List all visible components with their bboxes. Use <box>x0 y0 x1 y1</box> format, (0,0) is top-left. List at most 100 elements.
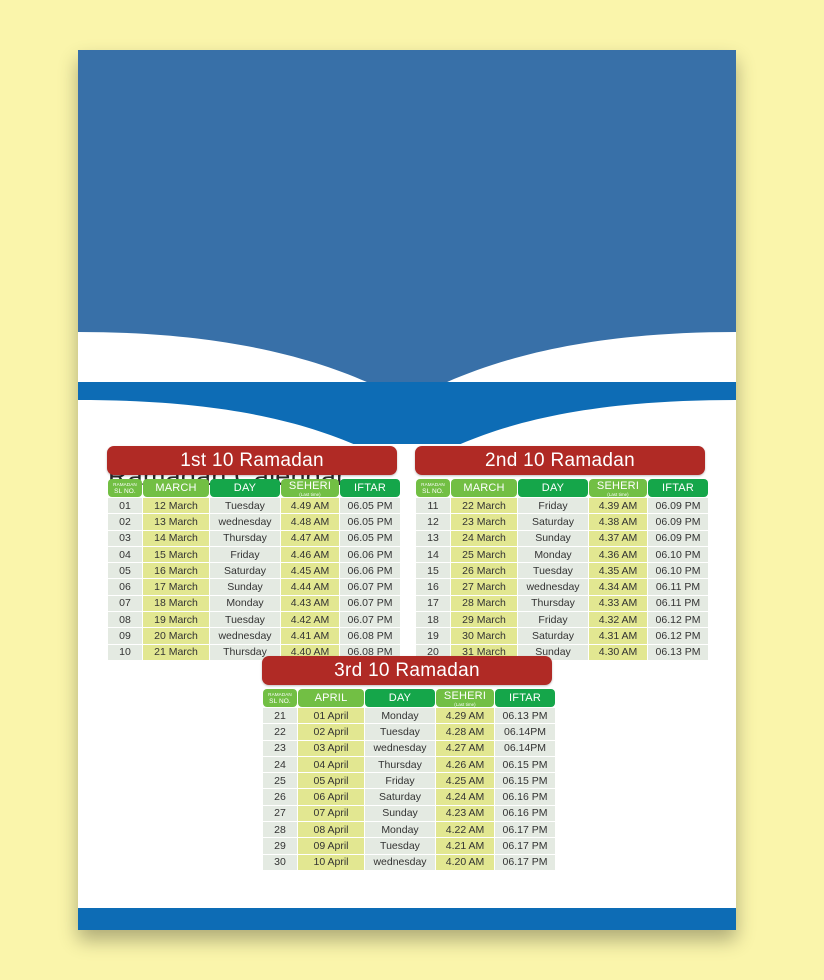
col-header-month: MARCH <box>143 479 209 497</box>
cell-date: 15 March <box>143 546 209 563</box>
table-row: 04 15 March Friday 4.46 AM 06.06 PM <box>108 546 400 563</box>
cell-date: 26 March <box>451 563 517 579</box>
cell-date: 18 March <box>143 595 209 612</box>
cell-iftar: 06.05 PM <box>340 498 400 514</box>
cell-sl-no: 05 <box>108 563 142 579</box>
cell-sl-no: 21 <box>263 708 297 724</box>
cell-seheri: 4.43 AM <box>281 595 339 612</box>
col-header-sl-no: RAMADAN SL NO. <box>263 689 297 707</box>
cell-iftar: 06.05 PM <box>340 514 400 530</box>
cell-sl-no: 09 <box>108 628 142 644</box>
calendar-block-3: 3rd 10 Ramadan RAMADAN SL NO. APRIL DAY … <box>262 656 555 871</box>
blue-swoosh-band <box>78 382 736 444</box>
table-row: 29 09 April Tuesday 4.21 AM 06.17 PM <box>263 838 555 854</box>
cell-date: 05 April <box>298 773 364 789</box>
cell-sl-no: 26 <box>263 789 297 805</box>
col-header-sl-line2: SL NO. <box>269 697 291 705</box>
cell-date: 08 April <box>298 822 364 838</box>
col-header-seheri-sublabel: (Last time) <box>607 491 629 497</box>
cell-date: 20 March <box>143 628 209 644</box>
table-row: 14 25 March Monday 4.36 AM 06.10 PM <box>416 546 708 563</box>
cell-seheri: 4.39 AM <box>589 498 647 514</box>
table-row: 28 08 April Monday 4.22 AM 06.17 PM <box>263 822 555 838</box>
cell-date: 19 March <box>143 612 209 628</box>
cell-iftar: 06.17 PM <box>495 838 555 854</box>
col-header-sl-line2: SL NO. <box>422 487 444 495</box>
table-row: 13 24 March Sunday 4.37 AM 06.09 PM <box>416 530 708 546</box>
cell-sl-no: 16 <box>416 579 450 595</box>
cell-iftar: 06.16 PM <box>495 805 555 822</box>
col-header-iftar: IFTAR <box>495 689 555 707</box>
cell-seheri: 4.32 AM <box>589 612 647 628</box>
cell-iftar: 06.07 PM <box>340 595 400 612</box>
col-header-seheri-label: SEHERI <box>288 479 332 492</box>
cell-seheri: 4.36 AM <box>589 546 647 563</box>
table-header-row: RAMADAN SL NO. APRIL DAY SEHERI (Last ti… <box>263 689 555 707</box>
calendar-table-1-body: 01 12 March Tuesday 4.49 AM 06.05 PM 02 13 Mar… <box>108 498 400 660</box>
cell-seheri: 4.29 AM <box>436 708 494 724</box>
cell-day: Friday <box>365 773 435 789</box>
calendar-table-1: RAMADAN SL NO. MARCH DAY SEHERI (Last ti… <box>107 478 401 661</box>
cell-iftar: 06.13 PM <box>495 708 555 724</box>
cell-iftar: 06.07 PM <box>340 579 400 595</box>
col-header-sl-line1: RAMADAN <box>113 481 137 487</box>
cell-sl-no: 22 <box>263 724 297 740</box>
cell-sl-no: 27 <box>263 805 297 822</box>
cell-day: Sunday <box>518 530 588 546</box>
cell-seheri: 4.42 AM <box>281 612 339 628</box>
cell-day: wednesday <box>365 854 435 870</box>
hero-banner <box>78 50 736 390</box>
cell-seheri: 4.48 AM <box>281 514 339 530</box>
cell-seheri: 4.22 AM <box>436 822 494 838</box>
cell-sl-no: 14 <box>416 546 450 563</box>
cell-iftar: 06.09 PM <box>648 530 708 546</box>
cell-sl-no: 18 <box>416 612 450 628</box>
table-row: 12 23 March Saturday 4.38 AM 06.09 PM <box>416 514 708 530</box>
calendar-block-2: 2nd 10 Ramadan RAMADAN SL NO. MARCH DAY … <box>415 446 708 661</box>
cell-seheri: 4.24 AM <box>436 789 494 805</box>
cell-date: 13 March <box>143 514 209 530</box>
table-row: 15 26 March Tuesday 4.35 AM 06.10 PM <box>416 563 708 579</box>
cell-seheri: 4.34 AM <box>589 579 647 595</box>
cell-sl-no: 04 <box>108 546 142 563</box>
col-header-seheri-label: SEHERI <box>596 479 640 492</box>
cell-sl-no: 11 <box>416 498 450 514</box>
cell-date: 21 March <box>143 644 209 660</box>
cell-seheri: 4.35 AM <box>589 563 647 579</box>
col-header-day: DAY <box>365 689 435 707</box>
cell-seheri: 4.26 AM <box>436 756 494 773</box>
cell-sl-no: 23 <box>263 740 297 756</box>
cell-sl-no: 07 <box>108 595 142 612</box>
col-header-sl-no: RAMADAN SL NO. <box>108 479 142 497</box>
cell-date: 25 March <box>451 546 517 563</box>
cell-date: 16 March <box>143 563 209 579</box>
cell-iftar: 06.08 PM <box>340 628 400 644</box>
cell-iftar: 06.15 PM <box>495 756 555 773</box>
cell-date: 07 April <box>298 805 364 822</box>
cell-seheri: 4.25 AM <box>436 773 494 789</box>
calendar-table-2: RAMADAN SL NO. MARCH DAY SEHERI (Last ti… <box>415 478 709 661</box>
cell-seheri: 4.44 AM <box>281 579 339 595</box>
cell-date: 01 April <box>298 708 364 724</box>
table-row: 05 16 March Saturday 4.45 AM 06.06 PM <box>108 563 400 579</box>
cell-iftar: 06.06 PM <box>340 563 400 579</box>
blue-swoosh-shape <box>78 382 736 444</box>
cell-sl-no: 17 <box>416 595 450 612</box>
cell-sl-no: 15 <box>416 563 450 579</box>
table-row: 03 14 March Thursday 4.47 AM 06.05 PM <box>108 530 400 546</box>
cell-iftar: 06.11 PM <box>648 595 708 612</box>
block-banner-1: 1st 10 Ramadan <box>107 446 397 475</box>
cell-sl-no: 24 <box>263 756 297 773</box>
cell-sl-no: 30 <box>263 854 297 870</box>
cell-date: 29 March <box>451 612 517 628</box>
cell-day: Saturday <box>518 514 588 530</box>
cell-iftar: 06.09 PM <box>648 498 708 514</box>
cell-day: Monday <box>365 708 435 724</box>
cell-iftar: 06.07 PM <box>340 612 400 628</box>
cell-iftar: 06.15 PM <box>495 773 555 789</box>
cell-sl-no: 06 <box>108 579 142 595</box>
col-header-iftar: IFTAR <box>648 479 708 497</box>
cell-seheri: 4.21 AM <box>436 838 494 854</box>
cell-day: wednesday <box>365 740 435 756</box>
cell-day: Sunday <box>210 579 280 595</box>
